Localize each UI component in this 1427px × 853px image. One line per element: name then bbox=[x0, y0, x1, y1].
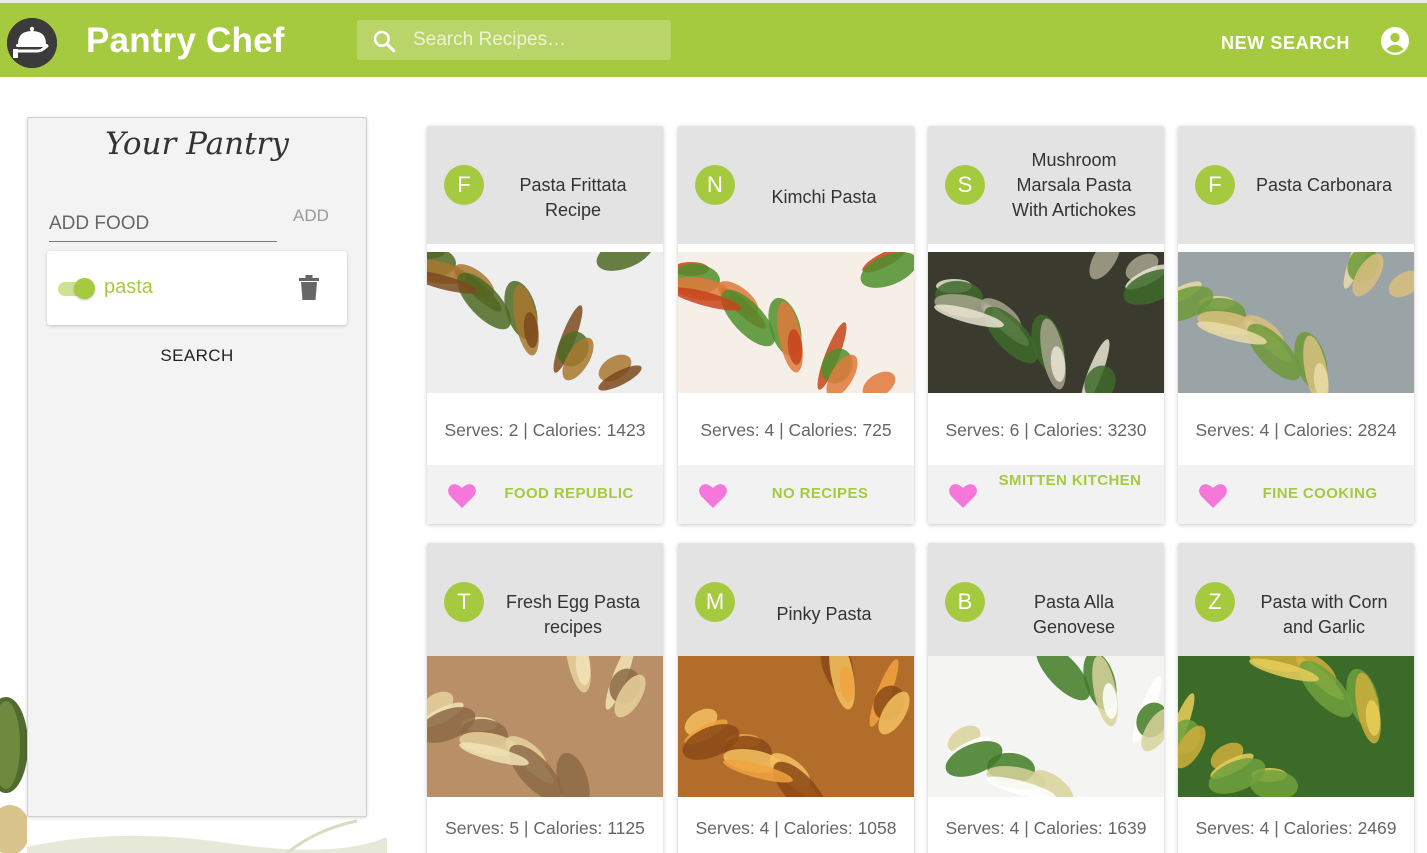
pantry-title: Your Pantry bbox=[105, 126, 289, 162]
recipe-image[interactable] bbox=[427, 235, 663, 393]
squash-decoration-image bbox=[0, 697, 27, 853]
recipe-initial-avatar: T bbox=[444, 582, 484, 622]
recipe-card[interactable]: N Kimchi Pasta Serves: 4 | Calories: 725 NO… bbox=[678, 126, 914, 524]
recipe-serves-calories: Serves: 4 | Calories: 725 bbox=[700, 420, 892, 440]
recipe-image[interactable] bbox=[1178, 647, 1414, 801]
account-circle-icon[interactable] bbox=[1381, 27, 1409, 55]
recipe-source-link[interactable]: NO RECIPES bbox=[746, 481, 894, 507]
corn-husk-decoration-image bbox=[27, 819, 387, 853]
recipe-card[interactable]: Z Pasta with Corn and Garlic Serves: 4 | C… bbox=[1178, 543, 1414, 853]
recipe-card-header: S Mushroom Marsala Pasta With Artichokes bbox=[928, 126, 1164, 244]
heart-icon[interactable] bbox=[447, 481, 477, 509]
recipe-card-header: M Pinky Pasta bbox=[678, 543, 914, 661]
add-food-input[interactable] bbox=[49, 206, 277, 242]
recipe-card[interactable]: B Pasta Alla Genovese Serves: 4 | Calories… bbox=[928, 543, 1164, 853]
pantry-panel: Your Pantry ADD pasta SEARCH bbox=[27, 117, 367, 817]
recipe-title[interactable]: Fresh Egg Pasta recipes bbox=[499, 590, 647, 640]
recipe-image[interactable] bbox=[928, 641, 1164, 804]
recipe-card[interactable]: T Fresh Egg Pasta recipes Serves: 5 | Calo… bbox=[427, 543, 663, 853]
recipe-serves-calories: Serves: 4 | Calories: 2469 bbox=[1195, 818, 1397, 838]
recipe-title[interactable]: Pasta Carbonara bbox=[1250, 173, 1398, 198]
recipe-image[interactable] bbox=[1178, 221, 1414, 407]
recipe-card[interactable]: F Pasta Carbonara Serves: 4 | Calories: 28… bbox=[1178, 126, 1414, 524]
new-search-button[interactable]: NEW SEARCH bbox=[1221, 33, 1350, 54]
recipe-card-actions: FINE COOKING bbox=[1178, 465, 1414, 524]
recipe-initial-avatar: N bbox=[695, 165, 735, 205]
recipe-title[interactable]: Pasta Frittata Recipe bbox=[499, 173, 647, 223]
pantry-search-button[interactable]: SEARCH bbox=[28, 346, 366, 366]
recipe-card-header: Z Pasta with Corn and Garlic bbox=[1178, 543, 1414, 661]
recipe-source-link[interactable]: FOOD REPUBLIC bbox=[495, 481, 643, 507]
recipe-image[interactable] bbox=[678, 247, 914, 399]
recipe-initial-avatar: S bbox=[945, 165, 985, 205]
recipe-card-actions: FOOD REPUBLIC bbox=[427, 465, 663, 524]
recipe-card-actions: SMITTEN KITCHEN bbox=[928, 465, 1164, 524]
trash-icon[interactable] bbox=[298, 275, 320, 301]
heart-icon[interactable] bbox=[1198, 481, 1228, 509]
app-title: Pantry Chef bbox=[86, 21, 285, 60]
add-food-button[interactable]: ADD bbox=[293, 206, 329, 226]
recipe-card-header: B Pasta Alla Genovese bbox=[928, 543, 1164, 661]
recipe-source-link[interactable]: SMITTEN KITCHEN bbox=[996, 468, 1144, 494]
serving-cloche-icon[interactable] bbox=[7, 18, 57, 68]
recipe-initial-avatar: M bbox=[695, 582, 735, 622]
recipe-initial-avatar: F bbox=[444, 165, 484, 205]
recipe-image[interactable] bbox=[427, 621, 663, 812]
recipe-serves-calories: Serves: 4 | Calories: 1639 bbox=[945, 818, 1147, 838]
recipe-card[interactable]: F Pasta Frittata Recipe Serves: 2 | Calori… bbox=[427, 126, 663, 524]
pantry-item-name: pasta bbox=[104, 276, 153, 298]
recipe-card[interactable]: S Mushroom Marsala Pasta With Artichokes S… bbox=[928, 126, 1164, 524]
pantry-item-toggle[interactable] bbox=[58, 278, 95, 299]
heart-icon[interactable] bbox=[698, 481, 728, 509]
recipe-title[interactable]: Kimchi Pasta bbox=[750, 185, 898, 210]
recipe-search-box[interactable] bbox=[357, 20, 671, 60]
recipe-serves-calories: Serves: 4 | Calories: 1058 bbox=[695, 818, 897, 838]
recipe-image[interactable] bbox=[928, 236, 1164, 407]
recipe-title[interactable]: Pinky Pasta bbox=[750, 602, 898, 627]
recipe-serves-calories: Serves: 5 | Calories: 1125 bbox=[445, 818, 645, 838]
recipe-initial-avatar: F bbox=[1195, 165, 1235, 205]
recipe-initial-avatar: B bbox=[945, 582, 985, 622]
search-input[interactable] bbox=[413, 20, 663, 60]
recipe-initial-avatar: Z bbox=[1195, 582, 1235, 622]
recipe-card[interactable]: M Pinky Pasta Serves: 4 | Calories: 1058 bbox=[678, 543, 914, 853]
pantry-item: pasta bbox=[47, 251, 347, 325]
recipe-serves-calories: Serves: 6 | Calories: 3230 bbox=[945, 420, 1147, 440]
search-icon bbox=[373, 30, 396, 53]
recipe-title[interactable]: Pasta Alla Genovese bbox=[1000, 590, 1148, 640]
recipe-card-header: F Pasta Carbonara bbox=[1178, 126, 1414, 244]
recipe-card-header: T Fresh Egg Pasta recipes bbox=[427, 543, 663, 661]
heart-icon[interactable] bbox=[948, 481, 978, 509]
recipe-title[interactable]: Pasta with Corn and Garlic bbox=[1250, 590, 1398, 640]
recipe-serves-calories: Serves: 2 | Calories: 1423 bbox=[444, 420, 646, 440]
toggle-thumb bbox=[74, 278, 95, 299]
recipe-serves-calories: Serves: 4 | Calories: 2824 bbox=[1195, 420, 1397, 440]
recipe-card-header: F Pasta Frittata Recipe bbox=[427, 126, 663, 244]
recipe-card-actions: NO RECIPES bbox=[678, 465, 914, 524]
recipe-source-link[interactable]: FINE COOKING bbox=[1246, 481, 1394, 507]
recipe-card-header: N Kimchi Pasta bbox=[678, 126, 914, 244]
recipe-image[interactable] bbox=[678, 634, 914, 819]
app-header: Pantry Chef NEW SEARCH bbox=[0, 0, 1427, 77]
recipe-title[interactable]: Mushroom Marsala Pasta With Artichokes bbox=[1000, 148, 1148, 223]
